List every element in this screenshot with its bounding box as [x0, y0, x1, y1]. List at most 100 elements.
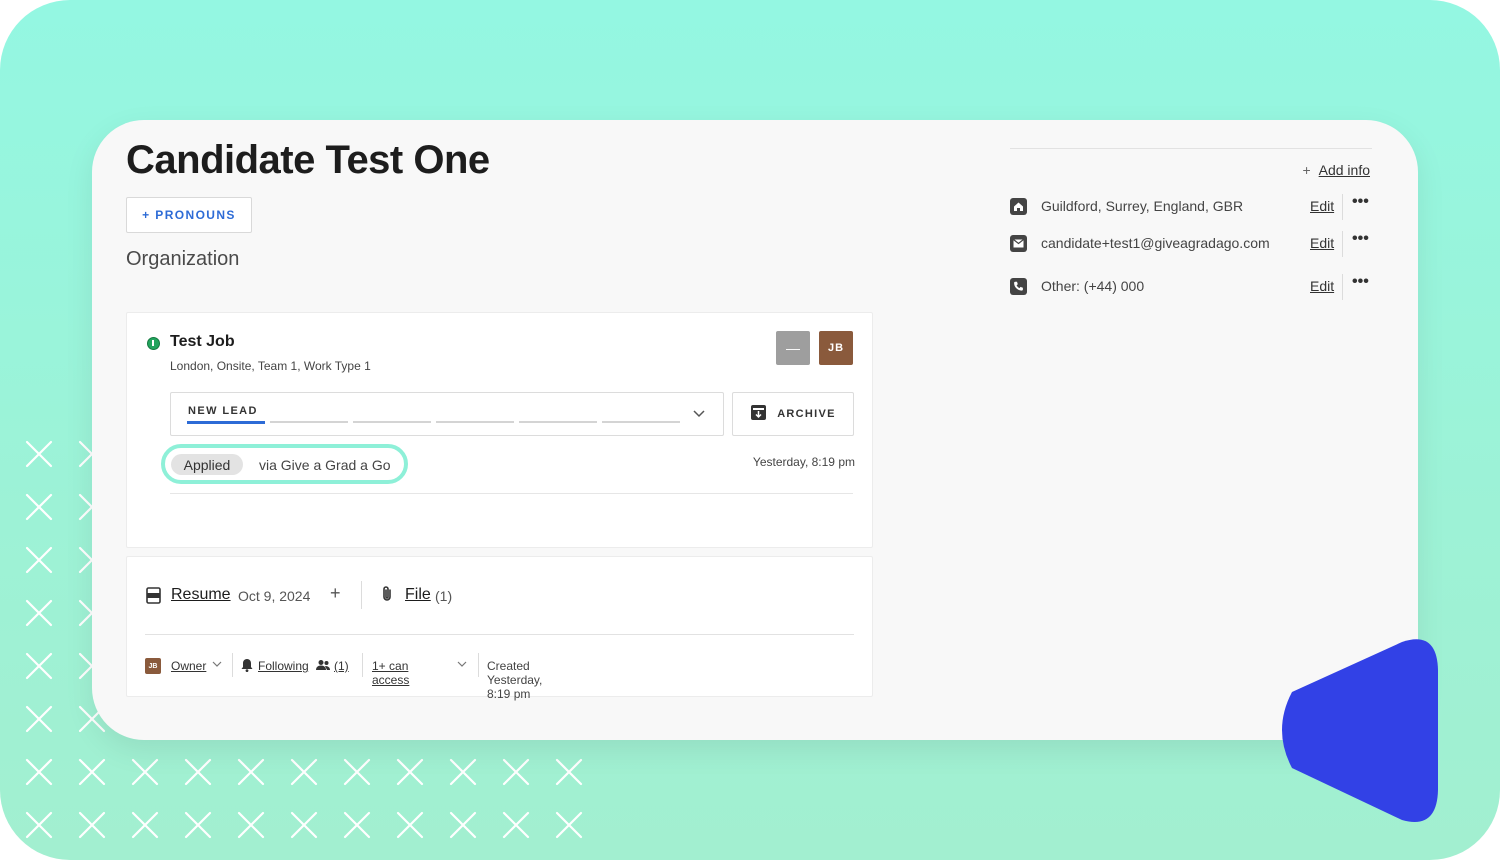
add-resume-button[interactable]: + [330, 583, 341, 604]
divider [232, 653, 233, 677]
decorative-x-mark [25, 546, 53, 574]
decorative-x-mark [343, 811, 371, 839]
more-options-icon[interactable]: ••• [1352, 230, 1369, 248]
more-options-icon[interactable]: ••• [1352, 193, 1369, 211]
contact-row-phone: Other: (+44) 000 Edit ••• [1010, 273, 1372, 300]
stage-progress-segment [602, 421, 680, 423]
decorative-x-mark [131, 811, 159, 839]
add-info-label: Add info [1318, 162, 1370, 178]
divider [1342, 194, 1343, 220]
decorative-x-mark [184, 811, 212, 839]
decorative-x-mark [78, 811, 106, 839]
chevron-down-icon [693, 406, 705, 421]
decorative-x-mark [184, 758, 212, 786]
file-link[interactable]: File [405, 586, 431, 604]
divider [1010, 148, 1372, 149]
decorative-x-mark [25, 493, 53, 521]
divider [1342, 231, 1343, 257]
organization-label[interactable]: Organization [126, 248, 239, 271]
email-text: candidate+test1@giveagradago.com [1041, 235, 1270, 251]
divider [361, 581, 362, 609]
decorative-x-mark [449, 758, 477, 786]
decorative-x-mark [237, 811, 265, 839]
stage-label: NEW LEAD [188, 405, 258, 417]
following-toggle[interactable]: Following [258, 659, 309, 673]
archive-icon [750, 404, 767, 424]
owner-avatar: JB [145, 658, 161, 674]
edit-phone-button[interactable]: Edit [1310, 278, 1334, 294]
decorative-x-mark [396, 811, 424, 839]
followers-count[interactable]: (1) [334, 659, 349, 673]
job-status-icon [147, 337, 160, 350]
plus-icon: + [1302, 162, 1311, 178]
edit-location-button[interactable]: Edit [1310, 198, 1334, 214]
divider [1342, 274, 1343, 300]
stage-progress-segment [353, 421, 431, 423]
application-timestamp: Yesterday, 8:19 pm [752, 455, 855, 469]
decorative-triangle [1262, 630, 1452, 830]
bell-icon [241, 658, 253, 675]
decorative-x-mark [555, 758, 583, 786]
decorative-x-mark [502, 758, 530, 786]
job-meta: London, Onsite, Team 1, Work Type 1 [170, 359, 371, 373]
job-application-card: Test Job London, Onsite, Team 1, Work Ty… [126, 312, 873, 548]
stage-select[interactable]: NEW LEAD [170, 392, 724, 436]
resume-date: Oct 9, 2024 [238, 588, 311, 604]
file-count: (1) [435, 588, 453, 604]
access-dropdown[interactable]: 1+ can access [372, 659, 409, 687]
phone-icon [1010, 278, 1027, 295]
owner-dropdown[interactable]: Owner [171, 659, 206, 673]
contact-row-email: candidate+test1@giveagradago.com Edit ••… [1010, 230, 1372, 257]
edit-email-button[interactable]: Edit [1310, 235, 1334, 251]
paperclip-icon [380, 585, 394, 608]
application-source: via Give a Grad a Go [259, 457, 391, 473]
applied-badge: Applied [171, 454, 243, 475]
stage-progress-segment [270, 421, 348, 423]
more-options-icon[interactable]: ••• [1352, 273, 1369, 291]
decorative-x-mark [25, 652, 53, 680]
decorative-x-mark [131, 758, 159, 786]
created-timestamp: Created Yesterday, 8:19 pm [487, 659, 543, 701]
divider [170, 493, 853, 494]
mail-icon [1010, 235, 1027, 252]
decorative-x-mark [237, 758, 265, 786]
decorative-x-mark [290, 758, 318, 786]
decorative-x-mark [25, 758, 53, 786]
decorative-x-mark [25, 440, 53, 468]
divider [362, 653, 363, 677]
job-title[interactable]: Test Job [170, 333, 235, 351]
stage-progress-segment [519, 421, 597, 423]
avatar-placeholder[interactable]: — [776, 331, 810, 365]
decorative-x-mark [25, 811, 53, 839]
stage-progress-active [187, 421, 265, 424]
decorative-x-mark [449, 811, 477, 839]
decorative-x-mark [502, 811, 530, 839]
phone-text: Other: (+44) 000 [1041, 278, 1145, 294]
candidate-profile-card: Candidate Test One + PRONOUNS Organizati… [92, 120, 1418, 740]
add-info-button[interactable]: + Add info [1302, 162, 1370, 178]
decorative-x-mark [343, 758, 371, 786]
archive-label: ARCHIVE [777, 408, 836, 420]
files-card: Resume Oct 9, 2024 + File (1) JB Owner F [126, 556, 873, 701]
candidate-name: Candidate Test One [126, 138, 490, 182]
page-background: Candidate Test One + PRONOUNS Organizati… [0, 0, 1500, 860]
pdf-icon [146, 587, 161, 609]
avatar-jb[interactable]: JB [819, 331, 853, 365]
followers-icon [316, 659, 330, 674]
decorative-x-mark [78, 758, 106, 786]
decorative-x-mark [25, 599, 53, 627]
decorative-x-mark [396, 758, 424, 786]
home-icon [1010, 198, 1027, 215]
decorative-x-mark [290, 811, 318, 839]
archive-button[interactable]: ARCHIVE [732, 392, 854, 436]
stage-progress-segment [436, 421, 514, 423]
resume-link[interactable]: Resume [171, 586, 231, 604]
chevron-down-icon[interactable] [212, 657, 222, 674]
divider [145, 634, 854, 635]
decorative-x-mark [555, 811, 583, 839]
add-pronouns-button[interactable]: + PRONOUNS [126, 197, 252, 233]
contact-row-location: Guildford, Surrey, England, GBR Edit ••• [1010, 193, 1372, 220]
chevron-down-icon[interactable] [457, 657, 467, 674]
location-text: Guildford, Surrey, England, GBR [1041, 198, 1244, 214]
decorative-x-mark [25, 705, 53, 733]
